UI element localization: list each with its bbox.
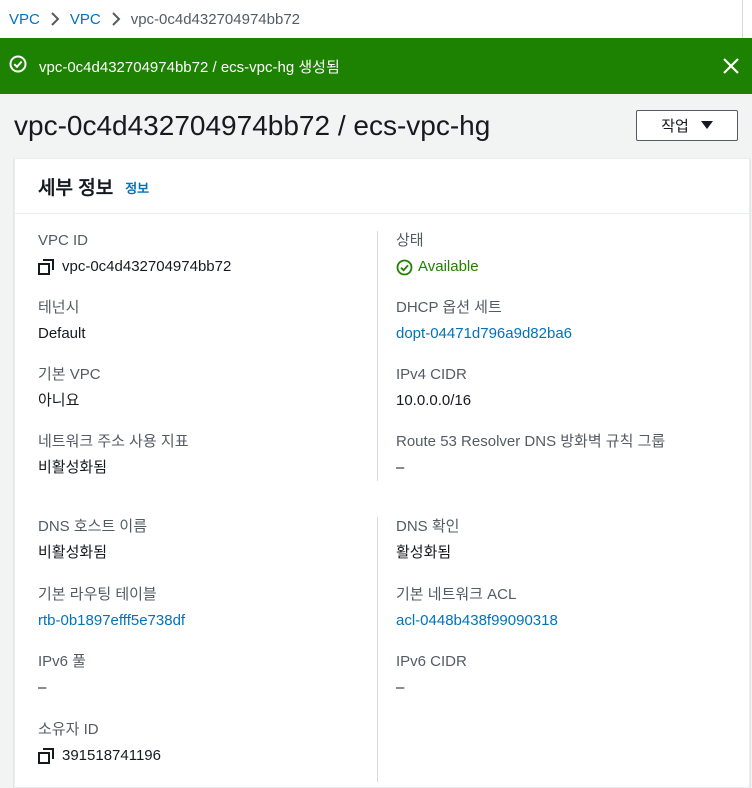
details-header: 세부 정보 정보 (15, 159, 749, 214)
breadcrumb-current: vpc-0c4d432704974bb72 (130, 10, 301, 28)
field-label: DHCP 옵션 세트 (396, 299, 502, 316)
field-ipv4-cidr: IPv4 CIDR 10.0.0.0/16 (396, 366, 471, 410)
field-main-network-acl: 기본 네트워크 ACL acl-0448b438f99090318 (396, 586, 558, 630)
field-default-vpc: 기본 VPC 아니요 (38, 366, 101, 410)
breadcrumb-edge (742, 0, 743, 38)
field-label: 네트워크 주소 사용 지표 (38, 433, 189, 450)
close-icon[interactable] (722, 57, 740, 75)
breadcrumb-vpcs-link[interactable]: VPC (70, 11, 101, 28)
page-title: vpc-0c4d432704974bb72 / ecs-vpc-hg (14, 110, 491, 141)
chevron-right-icon (101, 12, 131, 26)
field-label: 상태 (396, 232, 424, 249)
field-value: 비활성화됨 (38, 544, 108, 561)
field-label: IPv6 CIDR (396, 653, 467, 670)
info-link[interactable]: 정보 (125, 178, 149, 197)
field-label: IPv6 풀 (38, 653, 86, 670)
status-badge: Available (418, 258, 479, 275)
field-value: 391518741196 (38, 747, 161, 765)
field-dns-resolution: DNS 확인 활성화됨 (396, 518, 459, 562)
field-dhcp-options: DHCP 옵션 세트 dopt-04471d796a9d82ba6 (396, 299, 572, 343)
vpc-id-value: vpc-0c4d432704974bb72 (62, 258, 232, 275)
field-label: 테넌시 (38, 299, 80, 316)
breadcrumb: VPC VPC vpc-0c4d432704974bb72 (0, 0, 752, 38)
status-check-icon (396, 259, 413, 276)
field-label: VPC ID (38, 232, 89, 249)
actions-dropdown-button[interactable]: 작업 (636, 110, 738, 141)
field-value: vpc-0c4d432704974bb72 (38, 258, 231, 276)
field-value: Default (38, 325, 86, 342)
field-label: 소유자 ID (38, 721, 99, 738)
route-table-link[interactable]: rtb-0b1897efff5e738df (38, 612, 185, 630)
field-route53-firewall: Route 53 Resolver DNS 방화벽 규칙 그룹 – (396, 433, 665, 477)
field-network-address-usage: 네트워크 주소 사용 지표 비활성화됨 (38, 433, 189, 477)
success-flashbar: vpc-0c4d432704974bb72 / ecs-vpc-hg 생성됨 (0, 38, 752, 94)
field-label: IPv4 CIDR (396, 366, 467, 383)
field-value: – (396, 679, 405, 696)
field-value: – (38, 679, 47, 696)
field-state: 상태 Available (396, 232, 479, 276)
field-label: 기본 라우팅 테이블 (38, 586, 157, 603)
success-check-icon (9, 55, 27, 77)
details-panel: 세부 정보 정보 VPC ID vpc-0c4d432704974bb72 테넌… (14, 158, 750, 788)
details-heading: 세부 정보 (38, 177, 114, 199)
field-label: Route 53 Resolver DNS 방화벽 규칙 그룹 (396, 433, 666, 450)
owner-id-value: 391518741196 (62, 747, 161, 764)
flash-message: vpc-0c4d432704974bb72 / ecs-vpc-hg 생성됨 (39, 58, 340, 76)
field-label: DNS 확인 (396, 518, 460, 535)
copy-icon[interactable] (38, 748, 54, 764)
caret-down-icon (700, 117, 713, 134)
field-vpc-id: VPC ID vpc-0c4d432704974bb72 (38, 232, 231, 276)
breadcrumb-vpc-link[interactable]: VPC (9, 11, 40, 28)
field-value: Available (396, 258, 479, 276)
column-divider (377, 231, 378, 481)
field-value: 10.0.0.0/16 (396, 392, 472, 409)
dhcp-options-link[interactable]: dopt-04471d796a9d82ba6 (396, 325, 572, 343)
actions-label: 작업 (661, 118, 689, 135)
network-acl-link[interactable]: acl-0448b438f99090318 (396, 612, 558, 630)
field-value: – (396, 459, 405, 476)
field-main-route-table: 기본 라우팅 테이블 rtb-0b1897efff5e738df (38, 586, 185, 630)
field-owner-id: 소유자 ID 391518741196 (38, 721, 161, 765)
field-value: 아니요 (38, 392, 80, 409)
field-ipv6-cidr: IPv6 CIDR – (396, 653, 467, 697)
field-label: 기본 VPC (38, 366, 101, 383)
field-ipv6-pool: IPv6 풀 – (38, 653, 86, 697)
field-value: 활성화됨 (396, 544, 452, 561)
column-divider (377, 517, 378, 782)
field-dns-hostnames: DNS 호스트 이름 비활성화됨 (38, 518, 147, 562)
field-label: 기본 네트워크 ACL (396, 586, 517, 603)
field-label: DNS 호스트 이름 (38, 518, 148, 535)
field-tenancy: 테넌시 Default (38, 299, 86, 343)
chevron-right-icon (40, 12, 70, 26)
field-value: 비활성화됨 (38, 459, 108, 476)
copy-icon[interactable] (38, 259, 54, 275)
